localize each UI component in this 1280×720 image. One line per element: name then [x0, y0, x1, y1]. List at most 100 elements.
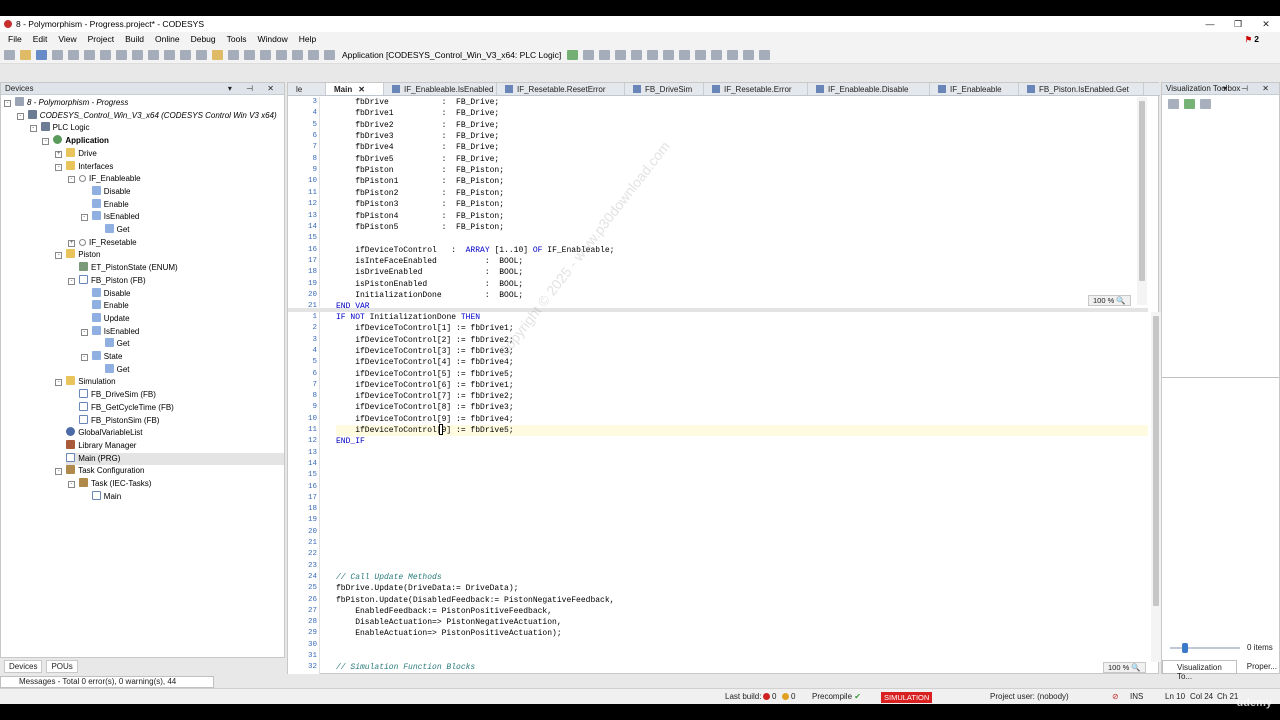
tree-item[interactable]: Task (IEC-Tasks): [79, 478, 151, 490]
find-icon[interactable]: [164, 49, 175, 60]
tree-expander[interactable]: -: [68, 277, 75, 285]
tree-item[interactable]: FB_Piston (FB): [79, 274, 146, 287]
tree-expander[interactable]: -: [16, 112, 24, 120]
code-line[interactable]: ifDeviceToControl[9] := fbDrive5;: [336, 425, 1148, 436]
editor-tab[interactable]: le: [288, 83, 326, 95]
code-line[interactable]: EnableActuation=> PistonPositiveActuatio…: [336, 628, 561, 639]
implementation-scrollbar[interactable]: [1151, 312, 1161, 662]
tree-item[interactable]: Drive: [66, 147, 97, 160]
bookmark-next-icon[interactable]: [228, 49, 239, 60]
tree-item[interactable]: Task Configuration: [66, 465, 144, 477]
close-tab-icon[interactable]: ✕: [358, 85, 365, 94]
tree-expander[interactable]: -: [4, 100, 11, 107]
tab-properties[interactable]: Proper...: [1237, 660, 1279, 674]
code-line[interactable]: // Simulation Function Blocks: [336, 662, 475, 673]
tree-item[interactable]: Get: [104, 224, 130, 236]
bookmark-clear-icon[interactable]: [260, 49, 271, 60]
tree-item[interactable]: Disable: [91, 287, 130, 300]
tree-item[interactable]: Piston: [66, 249, 100, 261]
maximize-button[interactable]: ❐: [1224, 16, 1252, 32]
open-project-icon[interactable]: [20, 49, 31, 60]
code-line[interactable]: isPistonEnabled : BOOL;: [336, 279, 523, 290]
code-line[interactable]: ifDeviceToControl[9] := fbDrive4;: [336, 414, 513, 425]
simulation-badge[interactable]: SIMULATION: [881, 692, 933, 703]
code-line[interactable]: fbDrive2 : FB_Drive;: [336, 120, 499, 131]
tree-item[interactable]: FB_DriveSim (FB): [79, 389, 156, 401]
tree-item[interactable]: Simulation: [66, 376, 116, 388]
code-line[interactable]: fbPiston1 : FB_Piston;: [336, 176, 504, 187]
cut-icon[interactable]: [100, 49, 111, 60]
code-line[interactable]: ifDeviceToControl[6] := fbDrive1;: [336, 380, 513, 391]
code-line[interactable]: fbDrive5 : FB_Drive;: [336, 154, 499, 165]
code-line[interactable]: fbPiston5 : FB_Piston;: [336, 222, 504, 233]
reset-icon[interactable]: [631, 49, 643, 60]
code-line[interactable]: ifDeviceToControl[5] := fbDrive5;: [336, 369, 513, 380]
print-icon[interactable]: [52, 49, 63, 60]
editor-tab[interactable]: Main ✕: [326, 83, 384, 95]
tree-item[interactable]: Enable: [91, 300, 129, 312]
tree-item[interactable]: Main: [91, 490, 121, 503]
start-icon[interactable]: [599, 49, 611, 60]
implementation-scroll-thumb[interactable]: [1153, 316, 1159, 606]
editor-tab[interactable]: IF_Enableable.Disable: [808, 83, 930, 95]
toolbox-controls-icon[interactable]: ▾ ⊣ ✕: [1223, 83, 1275, 95]
menu-debug[interactable]: Debug: [191, 34, 216, 44]
tree-item[interactable]: Main (PRG): [66, 452, 284, 465]
save-project-icon[interactable]: [36, 49, 47, 60]
editor-tab[interactable]: IF_Enableable: [930, 83, 1019, 95]
generate-code-icon[interactable]: [308, 49, 319, 60]
tree-item[interactable]: Get: [104, 363, 130, 376]
paste-icon[interactable]: [132, 49, 143, 60]
editor-tab[interactable]: IF_Resetable.ResetError: [497, 83, 625, 95]
editor-tab[interactable]: FB_Piston.IsEnabled.Get: [1019, 83, 1144, 95]
code-line[interactable]: ifDeviceToControl[8] := fbDrive3;: [336, 402, 513, 413]
code-line[interactable]: ifDeviceToControl[1] := fbDrive1;: [336, 323, 513, 334]
menu-online[interactable]: Online: [155, 34, 180, 44]
login-icon[interactable]: [567, 49, 579, 60]
toolbox-list-icon[interactable]: [1168, 99, 1179, 109]
logout-icon[interactable]: [583, 49, 595, 60]
run-to-cursor-icon[interactable]: [695, 49, 707, 60]
tree-item[interactable]: IsEnabled: [91, 211, 139, 223]
build-icon[interactable]: [276, 49, 287, 60]
tree-expander[interactable]: -: [55, 163, 63, 171]
menu-tools[interactable]: Tools: [227, 34, 247, 44]
tree-expander[interactable]: -: [68, 176, 75, 184]
tree-expander[interactable]: -: [55, 379, 63, 387]
notification-flag-icon[interactable]: ⚑ 2: [1245, 34, 1270, 44]
tree-item[interactable]: Disable: [91, 185, 130, 198]
toolbox-zoom-slider[interactable]: [1170, 647, 1240, 649]
tree-item[interactable]: GlobalVariableList: [66, 427, 143, 439]
tree-expander[interactable]: -: [68, 481, 75, 488]
warning-count[interactable]: 0: [782, 689, 795, 705]
tree-item[interactable]: Get: [104, 338, 130, 350]
menu-help[interactable]: Help: [299, 34, 316, 44]
find-next-icon[interactable]: [196, 49, 207, 60]
step-into-icon[interactable]: [663, 49, 675, 60]
code-line[interactable]: fbDrive3 : FB_Drive;: [336, 131, 499, 142]
menu-view[interactable]: View: [58, 34, 76, 44]
code-line[interactable]: // Call Update Methods: [336, 572, 442, 583]
code-line[interactable]: ifDeviceToControl[4] := fbDrive4;: [336, 357, 513, 368]
precompile-status[interactable]: Precompile ✔: [812, 689, 861, 705]
delete-icon[interactable]: [148, 49, 159, 60]
tree-expander[interactable]: -: [55, 252, 63, 260]
copy-icon[interactable]: [116, 49, 127, 60]
step-out-icon[interactable]: [679, 49, 691, 60]
menu-file[interactable]: File: [8, 34, 22, 44]
force-values-icon[interactable]: [743, 49, 755, 60]
tree-item[interactable]: IF_Enableable: [79, 173, 141, 185]
tree-item[interactable]: Update: [91, 312, 130, 325]
tree-expander[interactable]: +: [55, 150, 63, 158]
step-over-icon[interactable]: [647, 49, 659, 60]
redo-icon[interactable]: [84, 49, 95, 60]
code-line[interactable]: ifDeviceToControl[7] := fbDrive2;: [336, 391, 513, 402]
build-all-icon[interactable]: [292, 49, 303, 60]
code-line[interactable]: fbPiston4 : FB_Piston;: [336, 211, 504, 222]
code-line[interactable]: DisableActuation=> PistonNegativeActuati…: [336, 617, 561, 628]
editor-tab[interactable]: IF_Enableable.IsEnabled: [384, 83, 497, 95]
bookmark-prev-icon[interactable]: [244, 49, 255, 60]
code-line[interactable]: IF NOT InitializationDone THEN: [336, 312, 480, 323]
set-next-statement-icon[interactable]: [711, 49, 723, 60]
new-project-icon[interactable]: [4, 49, 15, 60]
